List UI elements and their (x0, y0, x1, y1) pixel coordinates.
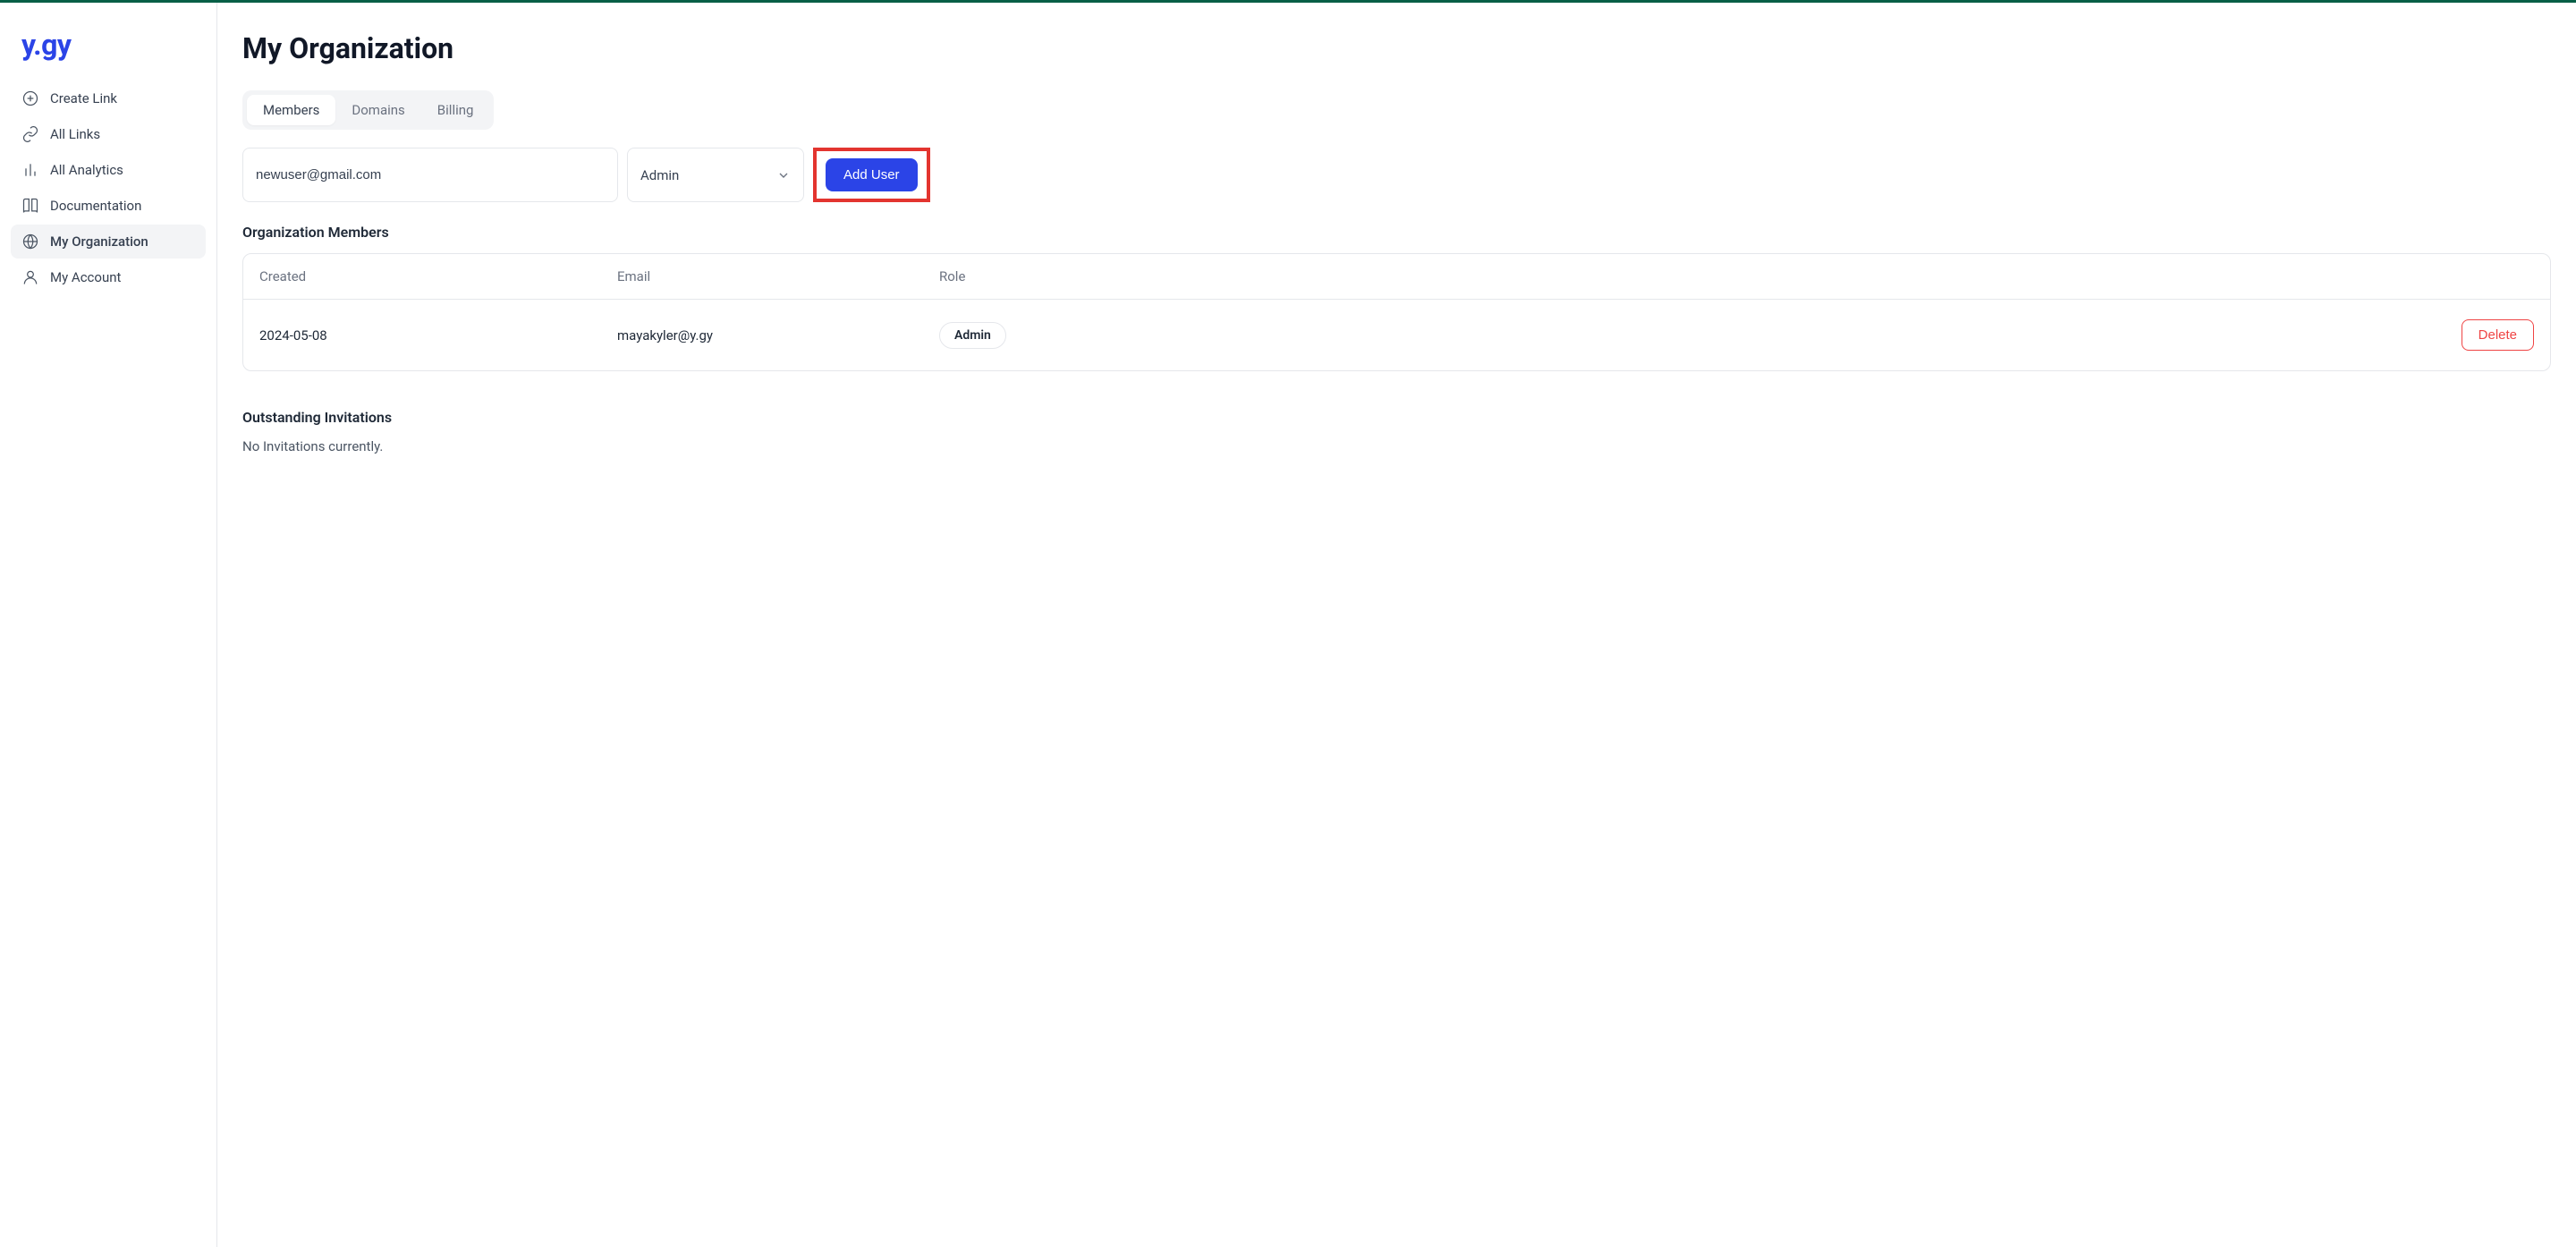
bar-chart-icon (21, 161, 39, 179)
main-content: My Organization Members Domains Billing … (217, 3, 2576, 1247)
add-user-button[interactable]: Add User (826, 158, 918, 191)
sidebar-item-my-account[interactable]: My Account (11, 260, 206, 294)
highlight-annotation: Add User (813, 148, 930, 202)
sidebar-item-all-analytics[interactable]: All Analytics (11, 153, 206, 187)
sidebar-nav: Create Link All Links All Analytics Docu… (11, 81, 206, 294)
tab-members[interactable]: Members (247, 95, 335, 125)
sidebar-item-label: My Account (50, 269, 121, 285)
chevron-down-icon (776, 168, 791, 182)
cell-created: 2024-05-08 (259, 327, 617, 344)
globe-icon (21, 233, 39, 250)
role-select-value: Admin (640, 167, 679, 183)
table-row: 2024-05-08 mayakyler@y.gy Admin Delete (243, 300, 2550, 370)
tab-domains[interactable]: Domains (335, 95, 420, 125)
cell-email: mayakyler@y.gy (617, 327, 939, 344)
invitations-empty: No Invitations currently. (242, 438, 2551, 454)
sidebar-item-create-link[interactable]: Create Link (11, 81, 206, 115)
sidebar-item-all-links[interactable]: All Links (11, 117, 206, 151)
brand-logo: y.gy (11, 28, 206, 62)
sidebar: y.gy Create Link All Links All Analytics… (0, 3, 217, 1247)
add-user-row: Admin Add User (242, 148, 2551, 202)
role-select[interactable]: Admin (627, 148, 804, 202)
col-role: Role (939, 268, 2534, 284)
book-icon (21, 197, 39, 215)
sidebar-item-label: All Analytics (50, 162, 123, 178)
link-icon (21, 125, 39, 143)
cell-role: Admin (939, 322, 2462, 349)
sidebar-item-label: Create Link (50, 90, 117, 106)
tabs: Members Domains Billing (242, 90, 494, 130)
tab-billing[interactable]: Billing (421, 95, 490, 125)
email-input[interactable] (242, 148, 618, 202)
user-icon (21, 268, 39, 286)
members-table: Created Email Role 2024-05-08 mayakyler@… (242, 253, 2551, 371)
plus-circle-icon (21, 89, 39, 107)
invitations-heading: Outstanding Invitations (242, 409, 2551, 426)
app-shell: y.gy Create Link All Links All Analytics… (0, 3, 2576, 1247)
delete-button[interactable]: Delete (2462, 319, 2534, 351)
role-badge: Admin (939, 322, 1006, 349)
sidebar-item-documentation[interactable]: Documentation (11, 189, 206, 223)
sidebar-item-label: My Organization (50, 233, 148, 250)
org-members-heading: Organization Members (242, 224, 2551, 241)
sidebar-item-label: Documentation (50, 198, 141, 214)
sidebar-item-label: All Links (50, 126, 100, 142)
sidebar-item-my-organization[interactable]: My Organization (11, 225, 206, 259)
col-email: Email (617, 268, 939, 284)
col-created: Created (259, 268, 617, 284)
table-header: Created Email Role (243, 254, 2550, 300)
page-title: My Organization (242, 31, 2551, 65)
